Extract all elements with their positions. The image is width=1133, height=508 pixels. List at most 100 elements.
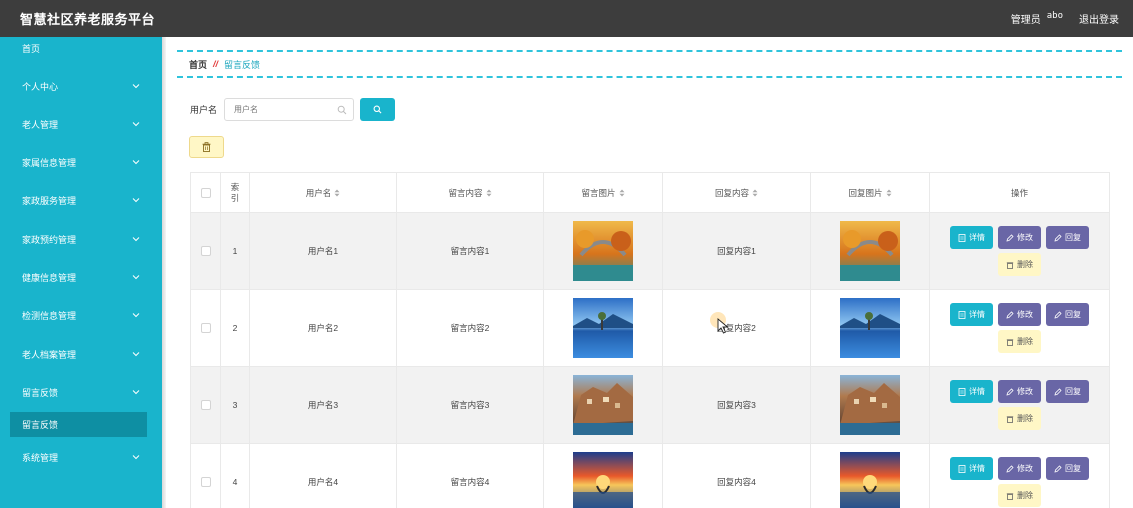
message-image-autumn-bridge <box>573 221 633 281</box>
sidebar-subitem-label: 留言反馈 <box>22 420 59 430</box>
select-all-checkbox[interactable] <box>200 187 211 198</box>
document-icon <box>958 387 966 396</box>
detail-button[interactable]: 详情 <box>950 380 993 403</box>
row-reply: 回复内容3 <box>662 366 811 444</box>
delete-button[interactable]: 删除 <box>998 253 1041 276</box>
app-title: 智慧社区养老服务平台 <box>20 13 156 28</box>
sidebar-item-elderly-records[interactable]: 老人档案管理 <box>0 344 162 364</box>
reply-button[interactable]: 回复 <box>1046 380 1089 403</box>
chevron-down-icon <box>132 313 140 318</box>
row-index: 4 <box>220 443 250 508</box>
column-header-message[interactable]: 留言内容 <box>396 172 544 213</box>
trash-icon <box>202 142 211 152</box>
row-actions: 详情 修改 回复 删除 <box>929 443 1110 508</box>
column-header-username[interactable]: 用户名 <box>249 172 397 213</box>
row-username: 用户名1 <box>249 212 397 290</box>
select-all-cell <box>190 172 221 213</box>
pencil-icon <box>1006 464 1014 473</box>
sidebar-item-system[interactable]: 系统管理 <box>0 447 162 467</box>
row-actions: 详情 修改 回复 删除 <box>929 212 1110 290</box>
row-select-cell <box>190 366 221 444</box>
chevron-down-icon <box>132 84 140 89</box>
logout-link[interactable]: 退出登录 <box>1079 11 1119 26</box>
sidebar-item-personal-center[interactable]: 个人中心 <box>0 76 162 96</box>
column-header-reply[interactable]: 回复内容 <box>662 172 811 213</box>
sort-icon <box>886 189 891 197</box>
column-header-message-image[interactable]: 留言图片 <box>543 172 663 213</box>
pencil-icon <box>1054 464 1062 473</box>
reply-button[interactable]: 回复 <box>1046 226 1089 249</box>
chevron-down-icon <box>132 275 140 280</box>
trash-icon <box>1006 415 1014 423</box>
message-image-sunset-sea <box>573 452 633 508</box>
row-reply-image-cell <box>810 366 930 444</box>
chevron-down-icon <box>132 160 140 165</box>
edit-button[interactable]: 修改 <box>998 226 1041 249</box>
column-header-reply-image[interactable]: 回复图片 <box>810 172 930 213</box>
pencil-icon <box>1054 387 1062 396</box>
sidebar-item-elderly[interactable]: 老人管理 <box>0 114 162 134</box>
delete-button[interactable]: 删除 <box>998 407 1041 430</box>
sidebar-item-label: 系统管理 <box>22 452 59 463</box>
row-index: 1 <box>220 212 250 290</box>
row-message-image-cell <box>543 289 663 367</box>
row-reply-image-cell <box>810 443 930 508</box>
delete-button[interactable]: 删除 <box>998 330 1041 353</box>
reply-button[interactable]: 回复 <box>1046 303 1089 326</box>
pencil-icon <box>1006 387 1014 396</box>
sidebar-item-feedback[interactable]: 留言反馈 <box>0 382 162 402</box>
reply-button[interactable]: 回复 <box>1046 457 1089 480</box>
search-icon <box>337 105 347 115</box>
table-row: 4 用户名4 留言内容4 回复内容4 详情 修改 回复 删除 <box>190 443 1110 508</box>
breadcrumb-current: 留言反馈 <box>224 59 261 70</box>
sidebar-item-housekeeping-booking[interactable]: 家政预约管理 <box>0 229 162 249</box>
sidebar-item-housekeeping-service[interactable]: 家政服务管理 <box>0 190 162 210</box>
search-input[interactable] <box>225 99 354 120</box>
row-message-image-cell <box>543 212 663 290</box>
sidebar-item-home[interactable]: 首页 <box>0 38 162 58</box>
detail-button[interactable]: 详情 <box>950 226 993 249</box>
table-row: 2 用户名2 留言内容2 回复内容2 详情 修改 回复 删除 <box>190 289 1110 367</box>
delete-button[interactable]: 删除 <box>998 484 1041 507</box>
document-icon <box>958 310 966 319</box>
sidebar-item-label: 首页 <box>22 43 41 54</box>
row-username: 用户名3 <box>249 366 397 444</box>
row-checkbox[interactable] <box>200 477 211 488</box>
chevron-down-icon <box>132 122 140 127</box>
row-username: 用户名4 <box>249 443 397 508</box>
table-header-row: 索引 用户名 留言内容 留言图片 回复内容 回复图片 操作 <box>190 172 1110 213</box>
document-icon <box>958 233 966 242</box>
sidebar-subitem-feedback[interactable]: 留言反馈 <box>10 412 147 437</box>
sidebar-item-inspection[interactable]: 检测信息管理 <box>0 305 162 325</box>
row-reply: 回复内容4 <box>662 443 811 508</box>
trash-icon <box>1006 492 1014 500</box>
bulk-delete-button[interactable] <box>189 136 224 158</box>
sidebar-item-health[interactable]: 健康信息管理 <box>0 267 162 287</box>
edit-button[interactable]: 修改 <box>998 303 1041 326</box>
row-checkbox[interactable] <box>200 246 211 257</box>
sidebar-item-family[interactable]: 家属信息管理 <box>0 152 162 172</box>
table-row: 3 用户名3 留言内容3 回复内容3 详情 修改 回复 删除 <box>190 366 1110 444</box>
sidebar-item-label: 个人中心 <box>22 81 59 92</box>
sidebar-item-label: 留言反馈 <box>22 387 59 398</box>
row-checkbox[interactable] <box>200 400 211 411</box>
column-header-index: 索引 <box>220 172 250 213</box>
row-actions: 详情 修改 回复 删除 <box>929 289 1110 367</box>
pencil-icon <box>1054 310 1062 319</box>
reply-image-cliff-village <box>840 375 900 435</box>
row-reply-image-cell <box>810 212 930 290</box>
row-select-cell <box>190 443 221 508</box>
detail-button[interactable]: 详情 <box>950 457 993 480</box>
row-index: 3 <box>220 366 250 444</box>
search-bar: 用户名 <box>190 98 396 121</box>
edit-button[interactable]: 修改 <box>998 457 1041 480</box>
edit-button[interactable]: 修改 <box>998 380 1041 403</box>
chevron-down-icon <box>132 237 140 242</box>
row-message: 留言内容1 <box>396 212 544 290</box>
chevron-down-icon <box>132 455 140 460</box>
search-button[interactable] <box>360 98 396 121</box>
detail-button[interactable]: 详情 <box>950 303 993 326</box>
sidebar-item-label: 老人管理 <box>22 119 59 130</box>
row-checkbox[interactable] <box>200 323 211 334</box>
breadcrumb-home[interactable]: 首页 <box>189 58 207 71</box>
